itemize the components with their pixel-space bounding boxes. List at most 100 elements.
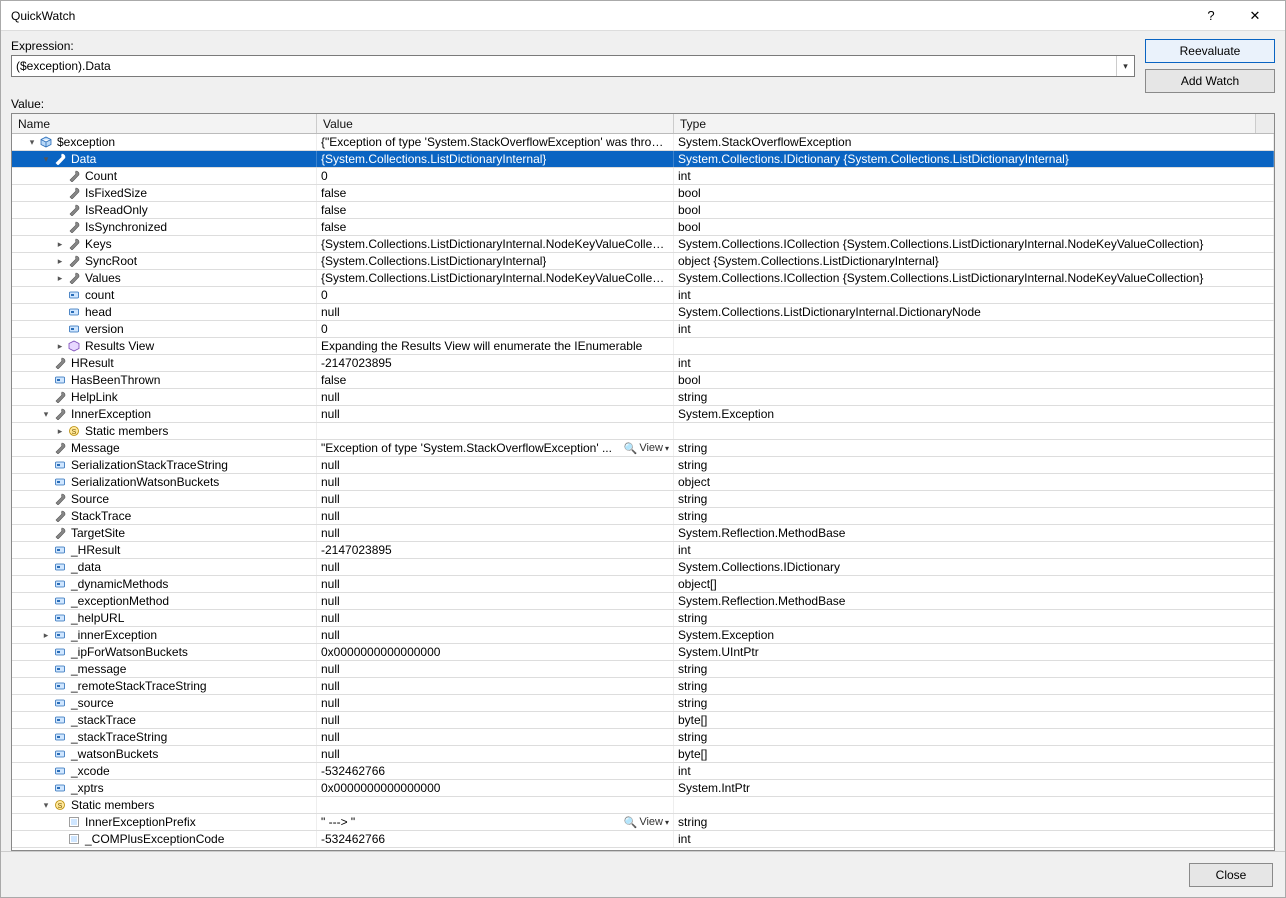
row-value-text: false xyxy=(321,220,346,234)
row-name-text: TargetSite xyxy=(71,526,125,540)
cell-type: string xyxy=(674,729,1274,745)
close-button[interactable]: Close xyxy=(1189,863,1273,887)
expand-toggle-icon[interactable]: ▾ xyxy=(40,153,52,165)
table-row[interactable]: ▸Keys{System.Collections.ListDictionaryI… xyxy=(12,236,1274,253)
row-name-text: InnerException xyxy=(71,407,151,421)
wrench-icon xyxy=(67,220,81,234)
table-row[interactable]: ▸_remoteStackTraceStringnullstring xyxy=(12,678,1274,695)
table-row[interactable]: ▸headnullSystem.Collections.ListDictiona… xyxy=(12,304,1274,321)
table-row[interactable]: ▸SerializationStackTraceStringnullstring xyxy=(12,457,1274,474)
table-row[interactable]: ▸Results ViewExpanding the Results View … xyxy=(12,338,1274,355)
row-value-text: {"Exception of type 'System.StackOverflo… xyxy=(321,135,669,149)
table-row[interactable]: ▾$exception{"Exception of type 'System.S… xyxy=(12,134,1274,151)
cell-type xyxy=(674,797,1274,813)
row-type-text: string xyxy=(678,390,707,404)
table-row[interactable]: ▸_helpURLnullstring xyxy=(12,610,1274,627)
table-row[interactable]: ▸IsFixedSizefalsebool xyxy=(12,185,1274,202)
cell-type: byte[] xyxy=(674,746,1274,762)
table-row[interactable]: ▸_stackTracenullbyte[] xyxy=(12,712,1274,729)
cell-value: null xyxy=(317,610,674,626)
row-value-text: {System.Collections.ListDictionaryIntern… xyxy=(321,271,669,285)
expression-dropdown-icon[interactable]: ▾ xyxy=(1116,56,1134,76)
row-value-text: null xyxy=(321,730,340,744)
table-row[interactable]: ▸_stackTraceStringnullstring xyxy=(12,729,1274,746)
cell-value: null xyxy=(317,593,674,609)
table-row[interactable]: ▾InnerExceptionnullSystem.Exception xyxy=(12,406,1274,423)
reevaluate-button[interactable]: Reevaluate xyxy=(1145,39,1275,63)
table-row[interactable]: ▸version0int xyxy=(12,321,1274,338)
expand-toggle-icon[interactable]: ▾ xyxy=(40,408,52,420)
table-row[interactable]: ▸Sourcenullstring xyxy=(12,491,1274,508)
row-name-text: _helpURL xyxy=(71,611,124,625)
cell-value: null xyxy=(317,525,674,541)
row-value-text: null xyxy=(321,679,340,693)
table-row[interactable]: ▸count0int xyxy=(12,287,1274,304)
visualizer-picker[interactable]: 🔍View▾ xyxy=(618,814,669,830)
table-row[interactable]: ▸SyncRoot{System.Collections.ListDiction… xyxy=(12,253,1274,270)
grid-body[interactable]: ▾$exception{"Exception of type 'System.S… xyxy=(12,134,1274,850)
table-row[interactable]: ▸_exceptionMethodnullSystem.Reflection.M… xyxy=(12,593,1274,610)
table-row[interactable]: ▸_messagenullstring xyxy=(12,661,1274,678)
table-row[interactable]: ▸Message"Exception of type 'System.Stack… xyxy=(12,440,1274,457)
table-row[interactable]: ▸HasBeenThrownfalsebool xyxy=(12,372,1274,389)
table-row[interactable]: ▸_dynamicMethodsnullobject[] xyxy=(12,576,1274,593)
window-close-button[interactable]: ✕ xyxy=(1233,1,1277,31)
visualizer-picker[interactable]: 🔍View▾ xyxy=(618,440,669,456)
table-row[interactable]: ▸_datanullSystem.Collections.IDictionary xyxy=(12,559,1274,576)
table-row[interactable]: ▸IsReadOnlyfalsebool xyxy=(12,202,1274,219)
row-type-text: byte[] xyxy=(678,713,707,727)
table-row[interactable]: ▸InnerExceptionPrefix" ---> "🔍View▾strin… xyxy=(12,814,1274,831)
table-row[interactable]: ▸_innerExceptionnullSystem.Exception xyxy=(12,627,1274,644)
row-value-text: false xyxy=(321,186,346,200)
field-icon xyxy=(53,781,67,795)
cell-value: 0 xyxy=(317,321,674,337)
table-row[interactable]: ▸HelpLinknullstring xyxy=(12,389,1274,406)
cell-value: " ---> "🔍View▾ xyxy=(317,814,674,830)
table-row[interactable]: ▾SStatic members xyxy=(12,797,1274,814)
table-row[interactable]: ▸_COMPlusExceptionCode-532462766int xyxy=(12,831,1274,848)
column-header-type[interactable]: Type xyxy=(674,114,1256,133)
table-row[interactable]: ▸HResult-2147023895int xyxy=(12,355,1274,372)
table-row[interactable]: ▸TargetSitenullSystem.Reflection.MethodB… xyxy=(12,525,1274,542)
table-row[interactable]: ▸StackTracenullstring xyxy=(12,508,1274,525)
expression-input[interactable] xyxy=(12,59,1116,73)
table-row[interactable]: ▸_xcode-532462766int xyxy=(12,763,1274,780)
expand-toggle-icon[interactable]: ▸ xyxy=(54,425,66,437)
table-row[interactable]: ▸SStatic members xyxy=(12,423,1274,440)
row-type-text: byte[] xyxy=(678,747,707,761)
cell-value: "Exception of type 'System.StackOverflow… xyxy=(317,440,674,456)
table-row[interactable]: ▸Count0int xyxy=(12,168,1274,185)
expand-toggle-icon[interactable]: ▸ xyxy=(54,238,66,250)
cell-type: bool xyxy=(674,202,1274,218)
row-value-text: Expanding the Results View will enumerat… xyxy=(321,339,642,353)
cell-value: -2147023895 xyxy=(317,542,674,558)
help-button[interactable]: ? xyxy=(1189,1,1233,31)
table-row[interactable]: ▸_watsonBucketsnullbyte[] xyxy=(12,746,1274,763)
cell-name: ▸head xyxy=(12,304,317,320)
cell-name: ▸_remoteStackTraceString xyxy=(12,678,317,694)
table-row[interactable]: ▸_xptrs0x0000000000000000System.IntPtr xyxy=(12,780,1274,797)
table-row[interactable]: ▸_HResult-2147023895int xyxy=(12,542,1274,559)
expand-toggle-icon[interactable]: ▸ xyxy=(54,255,66,267)
table-row[interactable]: ▾Data{System.Collections.ListDictionaryI… xyxy=(12,151,1274,168)
table-row[interactable]: ▸Values{System.Collections.ListDictionar… xyxy=(12,270,1274,287)
field-icon xyxy=(53,764,67,778)
table-row[interactable]: ▸SerializationWatsonBucketsnullobject xyxy=(12,474,1274,491)
expand-toggle-icon[interactable]: ▸ xyxy=(54,272,66,284)
svg-text:S: S xyxy=(58,803,63,810)
add-watch-button[interactable]: Add Watch xyxy=(1145,69,1275,93)
row-value-text: -2147023895 xyxy=(321,543,392,557)
table-row[interactable]: ▸IsSynchronizedfalsebool xyxy=(12,219,1274,236)
table-row[interactable]: ▸_ipForWatsonBuckets0x0000000000000000Sy… xyxy=(12,644,1274,661)
cell-name: ▸count xyxy=(12,287,317,303)
expand-toggle-icon[interactable]: ▸ xyxy=(40,629,52,641)
column-header-name[interactable]: Name xyxy=(12,114,317,133)
expand-toggle-icon[interactable]: ▾ xyxy=(26,136,38,148)
table-row[interactable]: ▸_sourcenullstring xyxy=(12,695,1274,712)
cell-value: null xyxy=(317,678,674,694)
expand-toggle-icon[interactable]: ▾ xyxy=(40,799,52,811)
expand-toggle-icon[interactable]: ▸ xyxy=(54,340,66,352)
field-icon xyxy=(53,458,67,472)
column-header-value[interactable]: Value xyxy=(317,114,674,133)
expression-combo[interactable]: ▾ xyxy=(11,55,1135,77)
